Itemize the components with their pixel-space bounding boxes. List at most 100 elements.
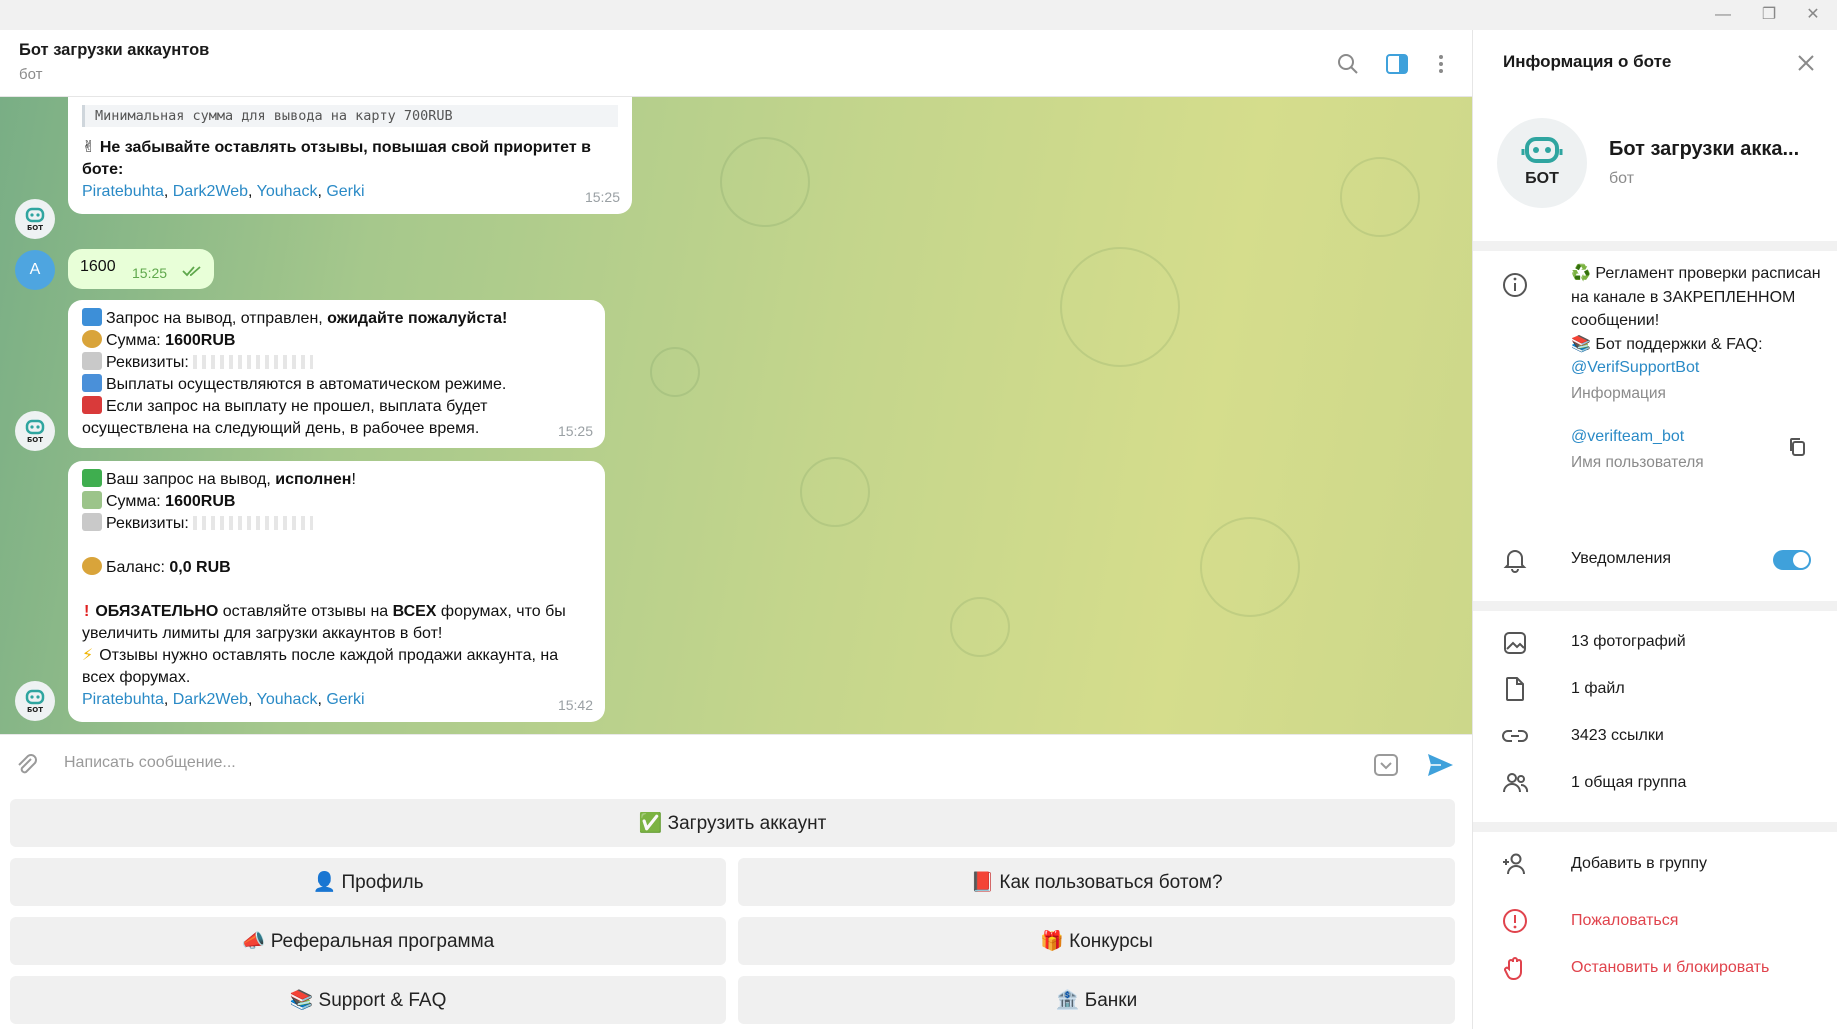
bell-icon (1503, 550, 1527, 573)
more-menu-icon[interactable] (1429, 52, 1453, 76)
user-avatar[interactable]: A (15, 250, 55, 290)
bot-type: бот (1609, 170, 1635, 187)
link-youhack[interactable]: Youhack (257, 691, 318, 708)
balance-value: 0,0 RUB (169, 559, 231, 576)
attach-icon[interactable] (14, 752, 40, 778)
svg-text:БОТ: БОТ (27, 706, 43, 714)
description-text: 📚 Бот поддержки & FAQ: (1571, 335, 1763, 353)
upload-account-button[interactable]: ✅ Загрузить аккаунт (10, 799, 1455, 847)
bot-message-withdraw-request[interactable]: Запрос на вывод, отправлен, ожидайте пож… (68, 300, 605, 448)
message-composer: Написать сообщение... (0, 734, 1472, 792)
bot-message-1[interactable]: Минимальная сумма для вывода на карту 70… (68, 97, 632, 214)
minimize-button[interactable]: — (1712, 4, 1734, 26)
link-piratebuhta[interactable]: Piratebuhta (82, 691, 164, 708)
banks-button[interactable]: 🏦 Банки (738, 976, 1455, 1024)
exclamation-icon: ! (84, 603, 90, 620)
bot-keyboard-icon[interactable] (1373, 752, 1399, 778)
restore-button[interactable]: ❐ (1758, 4, 1780, 26)
profile-button[interactable]: 👤 Профиль (10, 858, 726, 906)
description-caption: Информация (1571, 385, 1666, 402)
link-gerki[interactable]: Gerki (326, 183, 364, 200)
photos-count[interactable]: 13 фотографий (1571, 633, 1686, 651)
message-time: 15:25 (584, 189, 620, 205)
report-icon (1503, 909, 1527, 933)
quote-note: Минимальная сумма для вывода на карту 70… (82, 105, 618, 127)
message-text: Баланс: (106, 559, 170, 576)
message-time: 15:42 (557, 697, 593, 713)
bot-reply-keyboard: ✅ Загрузить аккаунт 👤 Профиль 📕 Как поль… (0, 792, 1472, 1029)
message-text: Реквизиты: (106, 515, 194, 532)
message-text: оставляйте отзывы на (218, 603, 393, 620)
send-icon[interactable] (1425, 750, 1455, 780)
amount-value: 1600RUB (165, 332, 236, 349)
username-link[interactable]: @verifteam_bot (1571, 428, 1684, 446)
support-bot-link[interactable]: @VerifSupportBot (1571, 359, 1699, 376)
search-icon[interactable] (1336, 52, 1360, 76)
links-count[interactable]: 3423 ссылки (1571, 727, 1664, 745)
chat-messages-area[interactable]: Минимальная сумма для вывода на карту 70… (0, 97, 1472, 734)
money-bag-icon (82, 557, 102, 575)
message-text: Выплаты осуществляются в автоматическом … (106, 376, 507, 393)
link-gerki[interactable]: Gerki (326, 691, 364, 708)
copy-icon[interactable] (1786, 436, 1808, 458)
refresh-icon (82, 308, 102, 326)
message-text: Отзывы нужно оставлять после каждой прод… (82, 647, 559, 686)
group-icon (1503, 773, 1529, 793)
panel-title: Информация о боте (1503, 52, 1672, 71)
message-text-bold: исполнен (275, 471, 352, 488)
message-text-bold: ВСЕХ (392, 603, 437, 620)
divider (1473, 822, 1837, 832)
message-time: 15:25 (557, 423, 593, 439)
link-youhack[interactable]: Youhack (257, 183, 318, 200)
bot-profile-avatar[interactable]: БОТ (1497, 118, 1587, 208)
files-count[interactable]: 1 файл (1571, 680, 1625, 698)
robot-icon: БОТ (25, 689, 45, 714)
bot-avatar[interactable]: БОТ (15, 199, 55, 239)
support-faq-button[interactable]: 📚 Support & FAQ (10, 976, 726, 1024)
bot-avatar[interactable]: БОТ (15, 681, 55, 721)
info-icon (82, 374, 102, 392)
how-to-use-button[interactable]: 📕 Как пользоваться ботом? (738, 858, 1455, 906)
window-close-button[interactable]: ✕ (1802, 4, 1824, 26)
add-to-group-button[interactable]: Добавить в группу (1571, 855, 1707, 873)
message-input[interactable]: Написать сообщение... (64, 754, 236, 772)
svg-text:БОТ: БОТ (27, 436, 43, 444)
description-text: ♻️ Регламент проверки расписан на канале… (1571, 265, 1821, 329)
message-text: Не забывайте оставлять отзывы, повышая с… (82, 139, 591, 178)
link-dark2web[interactable]: Dark2Web (173, 183, 248, 200)
bot-message-withdraw-done[interactable]: Ваш запрос на вывод, исполнен! Сумма: 16… (68, 461, 605, 722)
link-piratebuhta[interactable]: Piratebuhta (82, 183, 164, 200)
link-dark2web[interactable]: Dark2Web (173, 691, 248, 708)
robot-icon: БОТ (25, 419, 45, 444)
notifications-toggle[interactable] (1773, 550, 1811, 570)
sidebar-toggle-icon[interactable] (1385, 52, 1409, 76)
message-text: Ваш запрос на вывод, (106, 471, 276, 488)
referral-program-button[interactable]: 📣 Реферальная программа (10, 917, 726, 965)
redacted-requisites (193, 516, 314, 530)
message-text: Сумма: (106, 493, 166, 510)
message-text: Если запрос на выплату не прошел, выплат… (82, 398, 488, 437)
bot-description: ♻️ Регламент проверки расписан на канале… (1571, 262, 1821, 380)
message-text: ! (351, 471, 356, 488)
robot-icon: БОТ (25, 207, 45, 232)
avatar-label: БОТ (1525, 170, 1559, 187)
close-icon[interactable] (1795, 52, 1817, 74)
report-button[interactable]: Пожаловаться (1571, 912, 1678, 930)
window-titlebar: — ❐ ✕ (0, 0, 1837, 30)
red-square-icon (82, 396, 102, 414)
common-groups-count[interactable]: 1 общая группа (1571, 774, 1686, 792)
user-message[interactable]: 1600 15:25 (68, 249, 214, 289)
chat-title[interactable]: Бот загрузки аккаунтов (19, 41, 209, 60)
double-check-icon (182, 266, 201, 277)
photo-icon (1504, 632, 1526, 654)
info-icon (1503, 273, 1527, 297)
bot-name: Бот загрузки акка... (1609, 138, 1800, 160)
amount-value: 1600RUB (165, 493, 236, 510)
lightning-icon: ⚡ (82, 647, 94, 664)
bot-avatar[interactable]: БОТ (15, 411, 55, 451)
block-button[interactable]: Остановить и блокировать (1571, 959, 1769, 977)
contests-button[interactable]: 🎁 Конкурсы (738, 917, 1455, 965)
redacted-requisites (193, 355, 314, 369)
message-text: Реквизиты: (106, 354, 194, 371)
chat-subtitle: бот (19, 66, 43, 83)
